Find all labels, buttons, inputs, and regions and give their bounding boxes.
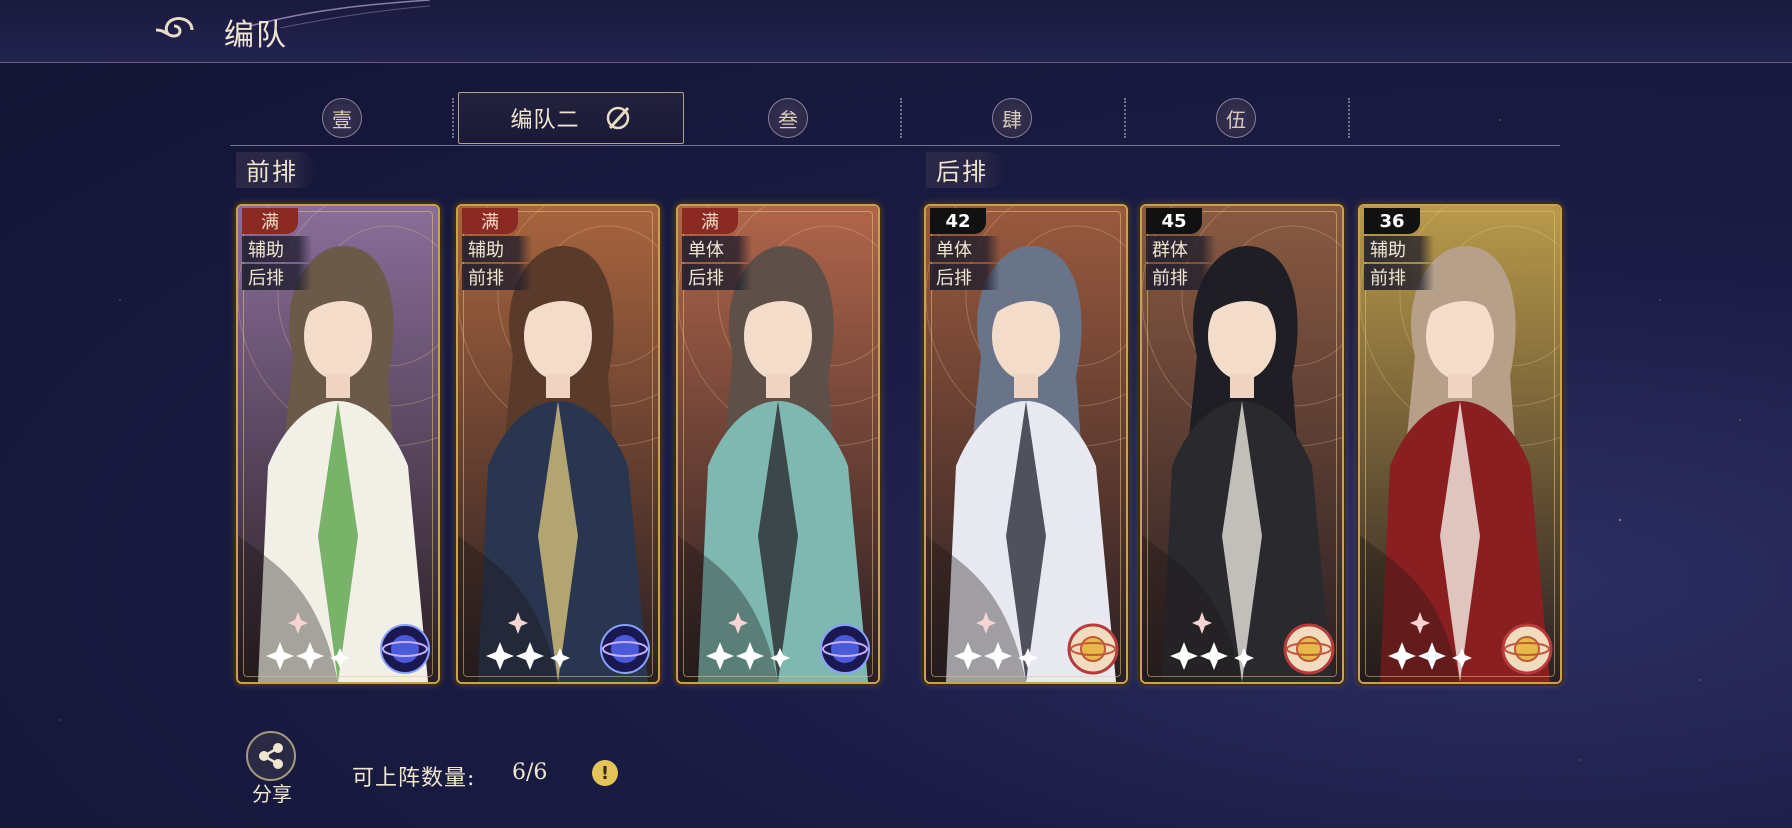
star-rank-icon — [266, 612, 350, 670]
star-rank-icon — [954, 612, 1038, 670]
element-orb-icon — [1283, 623, 1335, 675]
front-row-label: 前排 — [236, 152, 316, 188]
element-orb-icon — [600, 624, 650, 674]
rename-icon[interactable] — [604, 104, 632, 132]
position-tag: 前排 — [462, 264, 532, 290]
character-card[interactable]: 36 辅助 前排 — [1358, 204, 1562, 684]
element-orb-icon — [820, 624, 870, 674]
deploy-count-value: 6/6 — [512, 760, 548, 785]
role-tag: 单体 — [682, 236, 752, 262]
role-tag: 群体 — [1146, 236, 1216, 262]
element-orb-icon — [1067, 623, 1119, 675]
position-tag: 后排 — [930, 264, 1000, 290]
star-rank-icon — [486, 612, 570, 670]
tab-team-1[interactable]: 壹 — [230, 90, 454, 146]
position-tag: 前排 — [1146, 264, 1216, 290]
max-badge: 满 — [682, 208, 738, 234]
tab-label: 伍 — [1216, 98, 1256, 138]
role-tag: 单体 — [930, 236, 1000, 262]
role-tag: 辅助 — [1364, 236, 1434, 262]
role-tag: 辅助 — [462, 236, 532, 262]
back-swirl-icon[interactable] — [152, 12, 196, 48]
character-card[interactable]: 42 单体 后排 — [924, 204, 1128, 684]
tab-team-3[interactable]: 叁 — [676, 90, 900, 146]
max-badge: 满 — [242, 208, 298, 234]
back-row-label: 后排 — [926, 152, 1006, 188]
tab-team-5[interactable]: 伍 — [1124, 90, 1348, 146]
character-card[interactable]: 满 单体 后排 — [676, 204, 880, 684]
star-rank-icon — [1170, 612, 1254, 670]
max-badge: 满 — [462, 208, 518, 234]
tab-label: 肆 — [992, 98, 1032, 138]
role-tag: 辅助 — [242, 236, 312, 262]
level-badge: 45 — [1146, 208, 1202, 234]
character-card[interactable]: 满 辅助 前排 — [456, 204, 660, 684]
tab-divider — [1348, 98, 1352, 138]
element-orb-icon — [380, 624, 430, 674]
character-card[interactable]: 45 群体 前排 — [1140, 204, 1344, 684]
character-card[interactable]: 满 辅助 后排 — [236, 204, 440, 684]
share-button-label[interactable]: 分享 — [232, 778, 312, 807]
level-badge: 42 — [930, 208, 986, 234]
page-title: 编队 — [224, 18, 288, 53]
deploy-count-label: 可上阵数量: — [352, 766, 476, 791]
tabs-underline — [230, 145, 1560, 146]
tab-divider — [452, 98, 456, 138]
top-header: 编队 — [0, 0, 1792, 63]
position-tag: 后排 — [242, 264, 312, 290]
info-icon[interactable]: ! — [592, 760, 618, 786]
position-tag: 后排 — [682, 264, 752, 290]
tab-label: 壹 — [322, 98, 362, 138]
element-orb-icon — [1501, 623, 1553, 675]
star-rank-icon — [706, 612, 790, 670]
star-rank-icon — [1388, 612, 1472, 670]
tab-team-2[interactable]: 编队二 — [458, 92, 684, 144]
tab-team-4[interactable]: 肆 — [900, 90, 1124, 146]
tab-label: 叁 — [768, 98, 808, 138]
level-badge: 36 — [1364, 208, 1420, 234]
position-tag: 前排 — [1364, 264, 1434, 290]
tab-label: 编队二 — [510, 108, 580, 133]
team-tabs: 壹 编队二 叁 肆 伍 — [230, 90, 1560, 146]
